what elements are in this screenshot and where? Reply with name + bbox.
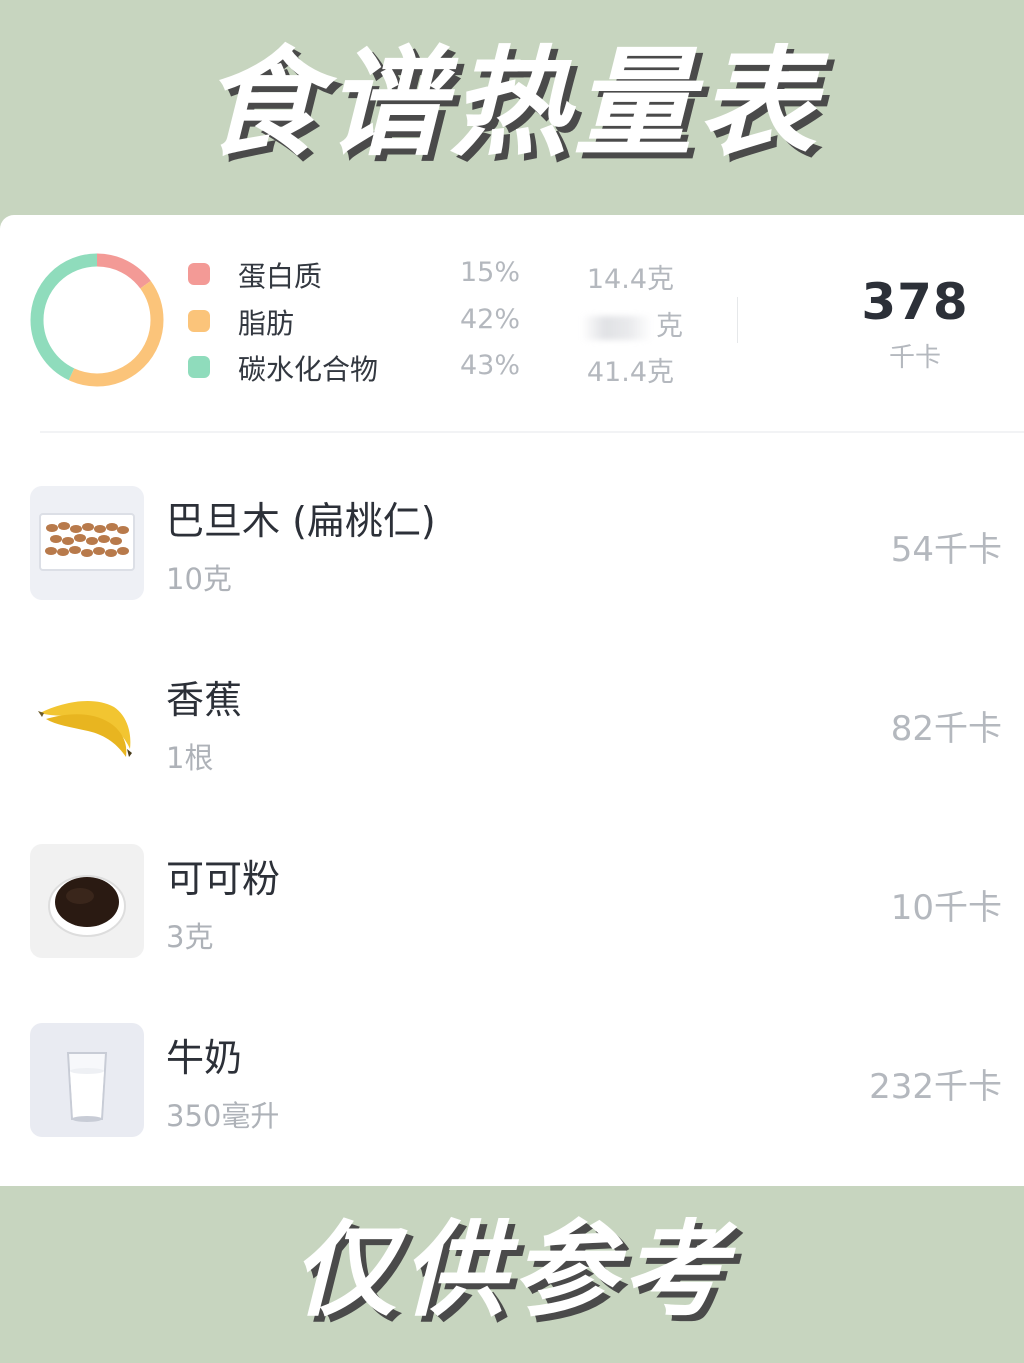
food-name: 牛奶 xyxy=(166,1036,243,1080)
legend-label: 脂肪 xyxy=(238,307,295,340)
recipe-card: 蛋白质 15% 14.4克 脂肪 42% 克 碳水化合物 43% 41.4克 3… xyxy=(0,215,1024,1186)
legend-label: 碳水化合物 xyxy=(238,353,379,386)
food-item-cocoa[interactable]: 可可粉 3克 10千卡 xyxy=(0,844,1024,974)
cocoa-powder-icon xyxy=(30,844,144,958)
banana-icon xyxy=(30,665,144,779)
food-item-banana[interactable]: 香蕉 1根 82千卡 xyxy=(0,665,1024,795)
title-banner: 食谱热量表 xyxy=(0,0,1024,215)
total-calories-unit: 千卡 xyxy=(888,343,941,373)
footer-note: 仅供参考 xyxy=(291,1208,732,1331)
food-quantity: 10克 xyxy=(166,562,232,596)
food-name: 香蕉 xyxy=(166,678,243,722)
macro-donut-chart xyxy=(30,253,164,387)
legend-amount: 41.4克 xyxy=(586,357,674,388)
protein-color-dot xyxy=(188,263,210,285)
food-calories: 54千卡 xyxy=(890,530,1002,570)
milk-glass-icon xyxy=(30,1023,144,1137)
blurred-value xyxy=(582,315,652,340)
food-name: 可可粉 xyxy=(166,857,281,901)
legend-label: 蛋白质 xyxy=(238,260,323,293)
food-calories: 232千卡 xyxy=(869,1067,1002,1107)
food-calories: 10千卡 xyxy=(890,888,1002,928)
food-quantity: 1根 xyxy=(166,741,214,775)
legend-percent: 15% xyxy=(460,257,521,288)
divider xyxy=(40,431,1024,433)
food-name: 巴旦木 (扁桃仁) xyxy=(166,499,436,543)
legend-row-fat: 脂肪 42% 克 xyxy=(188,300,708,343)
legend-amount: 克 xyxy=(582,304,683,343)
vertical-divider xyxy=(737,297,738,343)
page-title: 食谱热量表 xyxy=(201,33,822,172)
legend-percent: 43% xyxy=(460,350,521,381)
fat-color-dot xyxy=(188,310,210,332)
food-calories: 82千卡 xyxy=(890,709,1002,749)
almond-icon xyxy=(30,486,144,600)
legend-row-carbs: 碳水化合物 43% 41.4克 xyxy=(188,346,708,388)
footer-banner: 仅供参考 xyxy=(0,1186,1024,1363)
food-quantity: 350毫升 xyxy=(166,1099,280,1133)
legend-amount: 14.4克 xyxy=(586,264,674,295)
legend-row-protein: 蛋白质 15% 14.4克 xyxy=(188,253,708,295)
legend-percent: 42% xyxy=(460,304,521,335)
carbs-color-dot xyxy=(188,356,210,378)
nutrition-summary: 蛋白质 15% 14.4克 脂肪 42% 克 碳水化合物 43% 41.4克 3… xyxy=(0,215,1024,430)
food-item-almond[interactable]: 巴旦木 (扁桃仁) 10克 54千卡 xyxy=(0,486,1024,616)
food-item-milk[interactable]: 牛奶 350毫升 232千卡 xyxy=(0,1023,1024,1153)
food-quantity: 3克 xyxy=(166,920,214,954)
legend-amount-unit: 克 xyxy=(656,311,683,342)
total-calories: 378 xyxy=(861,273,969,331)
